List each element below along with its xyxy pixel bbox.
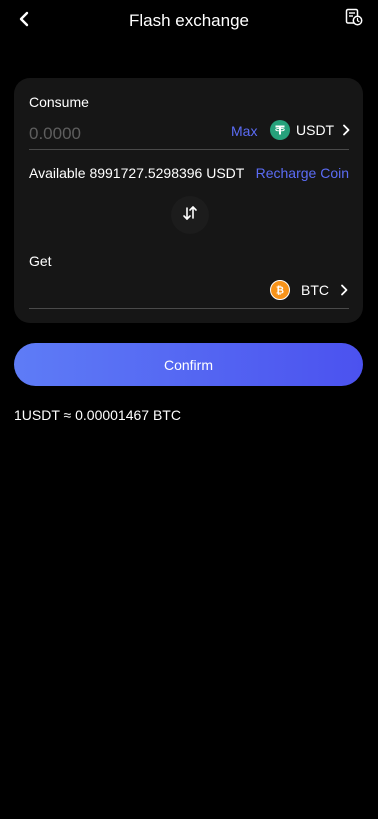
exchange-card: Consume Max USDT Available 8991727.52983… xyxy=(14,78,363,323)
exchange-rate: 1USDT ≈ 0.00001467 BTC xyxy=(14,407,181,423)
to-coin-selector[interactable]: ₿ BTC xyxy=(270,280,348,300)
get-divider xyxy=(29,308,349,309)
record-clock-icon xyxy=(345,8,363,31)
max-button[interactable]: Max xyxy=(231,122,257,140)
confirm-button[interactable]: Confirm xyxy=(14,343,363,386)
consume-divider xyxy=(29,149,349,150)
bitcoin-icon: ₿ xyxy=(270,280,290,300)
chevron-right-icon xyxy=(342,124,350,136)
tether-icon xyxy=(270,120,290,140)
available-balance: Available 8991727.5298396 USDT xyxy=(29,165,245,181)
consume-amount-input[interactable] xyxy=(29,123,209,145)
header-bar: Flash exchange xyxy=(0,0,378,42)
recharge-coin-link[interactable]: Recharge Coin xyxy=(256,164,349,182)
swap-button[interactable] xyxy=(171,196,209,234)
svg-text:₿: ₿ xyxy=(276,285,284,297)
chevron-right-icon xyxy=(340,284,348,296)
consume-label: Consume xyxy=(29,94,89,110)
to-coin-name: BTC xyxy=(301,282,329,298)
history-button[interactable] xyxy=(344,8,364,31)
from-coin-name: USDT xyxy=(296,122,335,138)
page-title: Flash exchange xyxy=(128,11,250,30)
from-coin-selector[interactable]: USDT xyxy=(270,120,350,140)
get-label: Get xyxy=(29,253,52,269)
swap-arrows-icon xyxy=(181,204,199,227)
